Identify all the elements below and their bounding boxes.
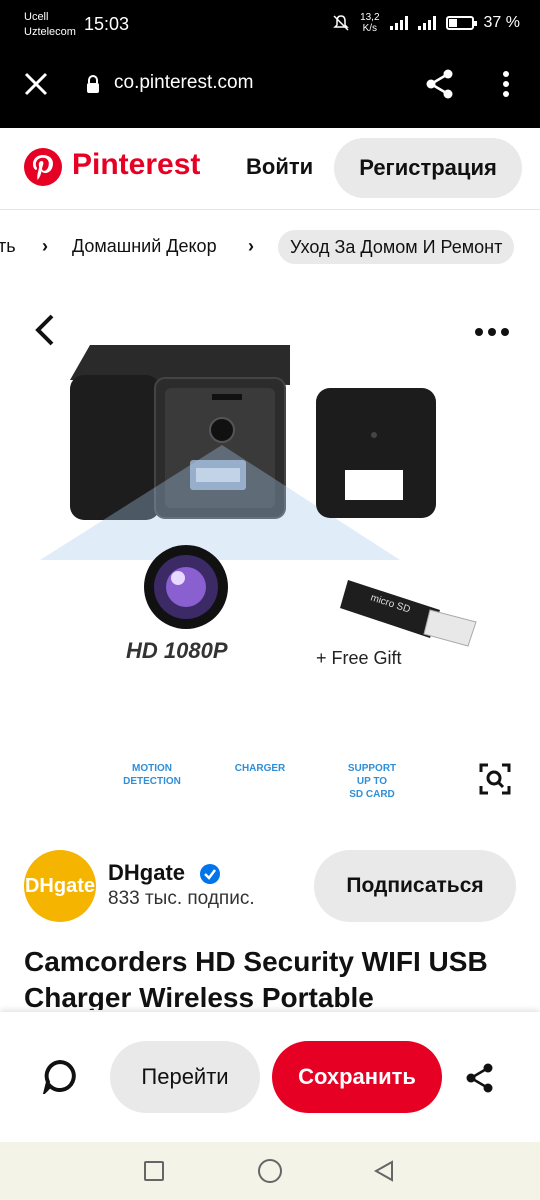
creator-row: DHgate DHgate 833 тыс. подпис. Подписать… xyxy=(0,842,540,932)
carrier-name: Ucell Uztelecom xyxy=(24,10,76,40)
status-bar: Ucell Uztelecom 15:03 13,2 K/s 37 % xyxy=(0,0,540,44)
carrier-line-2: Uztelecom xyxy=(24,26,76,38)
breadcrumb: ть › Домашний Декор › Уход За Домом И Ре… xyxy=(0,222,540,272)
breadcrumb-item-current[interactable]: Уход За Домом И Ремонт xyxy=(278,230,515,264)
clock: 15:03 xyxy=(84,14,130,34)
breadcrumb-item[interactable]: ть xyxy=(0,236,16,257)
brand-name[interactable]: Pinterest xyxy=(72,148,200,182)
verified-badge-icon xyxy=(200,864,220,884)
follower-count: 833 тыс. подпис. xyxy=(108,888,255,909)
creator-name[interactable]: DHgate xyxy=(108,860,185,886)
close-icon[interactable] xyxy=(22,70,50,98)
url-text[interactable]: co.pinterest.com xyxy=(114,72,253,94)
signal-icon xyxy=(389,16,408,30)
network-speed: 13,2 K/s xyxy=(360,12,379,34)
system-nav-bar xyxy=(0,1142,540,1200)
share-icon[interactable] xyxy=(464,1062,496,1094)
feature-label: SUPPORT UP TO SD CARD xyxy=(347,763,397,800)
visit-button[interactable]: Перейти xyxy=(110,1041,260,1113)
comment-icon[interactable] xyxy=(42,1058,78,1094)
follow-button[interactable]: Подписаться xyxy=(314,850,516,922)
feature-label: CHARGER xyxy=(234,763,286,774)
lock-icon xyxy=(87,75,99,93)
pin-title: Camcorders HD Security WIFI USB Charger … xyxy=(24,946,488,1010)
mute-bell-icon xyxy=(333,15,349,31)
action-bar: Перейти Сохранить xyxy=(0,1012,540,1142)
login-button[interactable]: Войти xyxy=(246,154,313,180)
status-icons: 13,2 K/s 37 % xyxy=(332,12,520,34)
battery-icon xyxy=(445,16,477,30)
speed-unit: K/s xyxy=(362,23,378,34)
signal-4g-icon xyxy=(417,16,436,30)
visual-search-icon[interactable] xyxy=(478,762,512,796)
browser-url-bar: co.pinterest.com xyxy=(0,44,540,128)
back-triangle-icon[interactable] xyxy=(372,1159,396,1183)
feature-label: MOTION DETECTION xyxy=(123,763,181,787)
save-button[interactable]: Сохранить xyxy=(272,1041,442,1113)
free-gift-label: + Free Gift xyxy=(316,648,402,668)
recents-icon[interactable] xyxy=(144,1161,164,1181)
pin-image[interactable]: micro SD 32 GB HD 1080P + Free Gift MOTI… xyxy=(0,290,540,820)
chevron-right-icon: › xyxy=(42,236,48,256)
feature-charger: CHARGER xyxy=(228,706,292,775)
share-icon[interactable] xyxy=(424,68,456,100)
more-vert-icon[interactable] xyxy=(494,70,518,98)
chevron-right-icon: › xyxy=(248,236,254,256)
feature-sd-card: SUPPORT UP TO SD CARD xyxy=(340,706,404,801)
site-header: Pinterest Войти Регистрация xyxy=(0,128,540,210)
back-arrow-icon[interactable] xyxy=(30,312,60,348)
battery-percent: 37 % xyxy=(483,14,520,31)
feature-motion-detection: MOTION DETECTION xyxy=(120,706,184,788)
home-icon[interactable] xyxy=(258,1159,282,1183)
speed-value: 13,2 xyxy=(360,12,380,23)
more-horizontal-icon[interactable] xyxy=(474,326,510,338)
pinterest-logo-icon[interactable] xyxy=(24,148,62,186)
hd-label: HD 1080P xyxy=(126,638,228,663)
breadcrumb-item[interactable]: Домашний Декор xyxy=(72,236,217,257)
signup-button[interactable]: Регистрация xyxy=(334,138,522,198)
avatar[interactable]: DHgate xyxy=(24,850,96,922)
carrier-line-1: Ucell xyxy=(24,11,49,23)
